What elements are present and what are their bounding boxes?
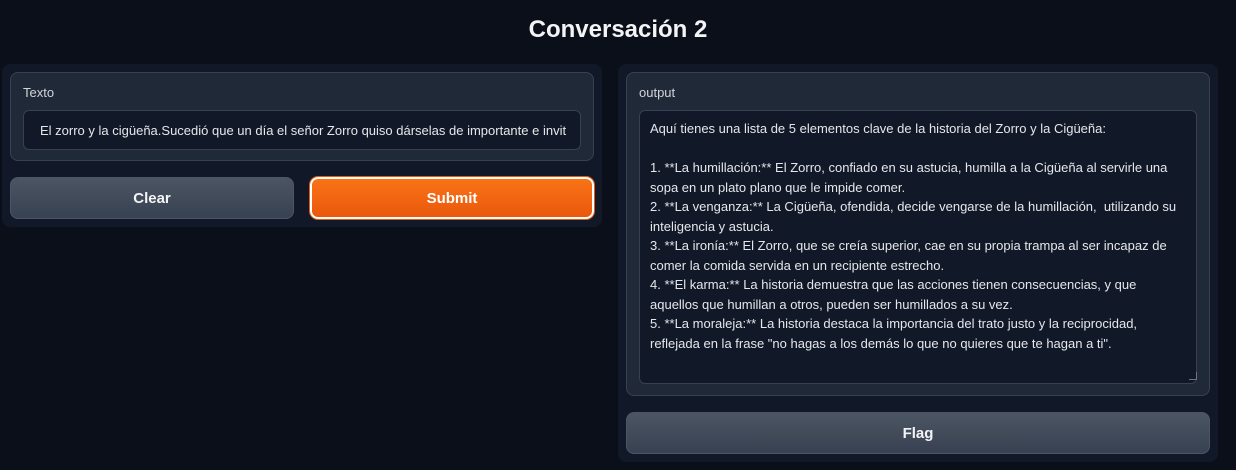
submit-button[interactable]: Submit — [310, 177, 594, 219]
page-title: Conversación 2 — [528, 16, 708, 43]
input-column: Texto El zorro y la cigüeña.Sucedió que … — [2, 64, 602, 227]
resize-handle-icon[interactable] — [1189, 372, 1197, 380]
flag-button[interactable]: Flag — [626, 412, 1210, 454]
text-input-block: Texto El zorro y la cigüeña.Sucedió que … — [10, 72, 594, 161]
output-block: output Aquí tienes una lista de 5 elemen… — [626, 72, 1210, 396]
clear-button[interactable]: Clear — [10, 177, 294, 219]
app-page: Conversación 2 Texto El zorro y la cigüe… — [0, 0, 1236, 470]
text-input[interactable]: El zorro y la cigüeña.Sucedió que un día… — [23, 110, 581, 150]
output-column: output Aquí tienes una lista de 5 elemen… — [618, 64, 1218, 462]
output-textarea[interactable]: Aquí tienes una lista de 5 elementos cla… — [639, 110, 1197, 384]
text-input-label: Texto — [23, 85, 55, 100]
output-label: output — [639, 85, 676, 100]
